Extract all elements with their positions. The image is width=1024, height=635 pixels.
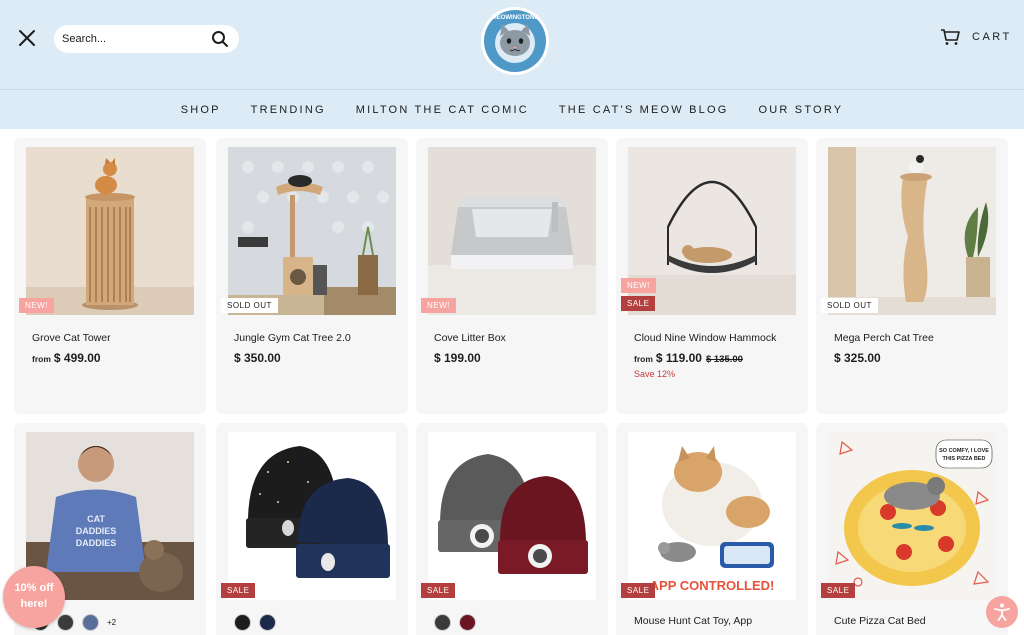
meowingtons-logo[interactable]: MEOWINGTONS (480, 6, 550, 76)
price-from-label: from (32, 354, 51, 364)
product-title[interactable]: Cloud Nine Window Hammock (634, 332, 776, 344)
new-badge: NEW! (621, 278, 656, 293)
product-price: $ 350.00 (234, 351, 281, 365)
product-image-patch-beanies (428, 432, 596, 600)
new-badge: NEW! (421, 298, 456, 313)
accessibility-button[interactable] (986, 596, 1018, 628)
logo-text: MEOWINGTONS (492, 15, 539, 21)
product-title[interactable]: Jungle Gym Cat Tree 2.0 (234, 332, 351, 344)
product-image-mouse-hunt-toy: APP CONTROLLED! (628, 432, 796, 600)
svg-text:DADDIES: DADDIES (76, 538, 117, 548)
sale-badge: SALE (221, 583, 256, 598)
price-value: $ 499.00 (53, 351, 101, 365)
svg-text:CAT: CAT (87, 514, 105, 524)
cart-link[interactable]: CART (940, 28, 1012, 46)
badge-group: NEW! (19, 298, 54, 313)
color-swatches (234, 614, 276, 631)
product-title[interactable]: Cute Pizza Cat Bed (834, 615, 926, 627)
product-title[interactable]: Cove Litter Box (434, 332, 506, 344)
site-header: MEOWINGTONS CART (0, 0, 1024, 89)
nav-item-milton-comic[interactable]: MILTON THE CAT COMIC (341, 104, 544, 116)
sold-out-badge: SOLD OUT (821, 298, 878, 313)
badge-group: NEW! SALE (621, 278, 656, 311)
search-icon[interactable] (211, 30, 229, 48)
product-price: from $ 499.00 (32, 351, 101, 365)
product-price: $ 199.00 (434, 351, 481, 365)
product-image-cove-litter-box (428, 147, 596, 315)
cart-label: CART (972, 31, 1012, 43)
compare-at-price: $ 135.00 (705, 354, 743, 365)
badge-group: SALE (621, 583, 656, 598)
badge-group: SALE (821, 583, 856, 598)
promo-text: 10% off here! (14, 582, 54, 610)
product-card[interactable]: NEW! SALE Cloud Nine Window Hammock from… (616, 138, 808, 414)
search-input[interactable] (62, 33, 202, 45)
price-value: $ 119.00 (655, 351, 702, 365)
color-swatch[interactable] (82, 614, 99, 631)
product-title[interactable]: Grove Cat Tower (32, 332, 111, 344)
accessibility-icon (994, 603, 1010, 621)
price-from-label: from (634, 354, 653, 364)
cart-icon (941, 29, 960, 45)
product-title[interactable]: Mega Perch Cat Tree (834, 332, 934, 344)
color-swatch[interactable] (434, 614, 451, 631)
product-price: from $ 119.00 $ 135.00 (634, 351, 743, 365)
image-caption: APP CONTROLLED! (650, 578, 775, 593)
save-percent: Save 12% (634, 369, 676, 379)
more-colors-count[interactable]: +2 (107, 618, 116, 627)
sale-badge: SALE (621, 296, 656, 311)
badge-group: SOLD OUT (221, 298, 278, 313)
product-card[interactable]: NEW! Cove Litter Box $ 199.00 (416, 138, 608, 414)
main-nav: SHOP TRENDING MILTON THE CAT COMIC THE C… (0, 89, 1024, 129)
color-swatch[interactable] (57, 614, 74, 631)
product-price: $ 325.00 (834, 351, 881, 365)
badge-group: SOLD OUT (821, 298, 878, 313)
product-image-jungle-gym-cat-tree (228, 147, 396, 315)
badge-group: SALE (421, 583, 456, 598)
color-swatch[interactable] (234, 614, 251, 631)
nav-item-our-story[interactable]: OUR STORY (744, 104, 859, 116)
product-image-mega-perch-cat-tree (828, 147, 996, 315)
nav-item-trending[interactable]: TRENDING (236, 104, 341, 116)
product-title[interactable]: Mouse Hunt Cat Toy, App (634, 615, 752, 627)
sale-badge: SALE (621, 583, 656, 598)
svg-text:THIS PIZZA BED: THIS PIZZA BED (943, 456, 986, 462)
close-icon[interactable] (18, 29, 36, 47)
product-card[interactable]: SOLD OUT Mega Perch Cat Tree $ 325.00 (816, 138, 1008, 414)
search-bar (54, 25, 239, 53)
svg-text:SO COMFY, I LOVE: SO COMFY, I LOVE (939, 448, 989, 454)
svg-text:DADDIES: DADDIES (76, 526, 117, 536)
color-swatch[interactable] (259, 614, 276, 631)
sale-badge: SALE (821, 583, 856, 598)
product-card[interactable]: SALE (216, 423, 408, 635)
product-card[interactable]: SO COMFY, I LOVE THIS PIZZA BED SALE Cut… (816, 423, 1008, 635)
nav-item-shop[interactable]: SHOP (166, 104, 236, 116)
product-card[interactable]: NEW! Grove Cat Tower from $ 499.00 (14, 138, 206, 414)
product-card[interactable]: APP CONTROLLED! SALE Mouse Hunt Cat Toy,… (616, 423, 808, 635)
badge-group: NEW! (421, 298, 456, 313)
product-image-grove-cat-tower (26, 147, 194, 315)
product-image-pizza-cat-bed: SO COMFY, I LOVE THIS PIZZA BED (828, 432, 996, 600)
product-card[interactable]: SOLD OUT Jungle Gym Cat Tree 2.0 $ 350.0… (216, 138, 408, 414)
new-badge: NEW! (19, 298, 54, 313)
product-image-black-beanies (228, 432, 396, 600)
badge-group: SALE (221, 583, 256, 598)
product-card[interactable]: SALE (416, 423, 608, 635)
sold-out-badge: SOLD OUT (221, 298, 278, 313)
sale-badge: SALE (421, 583, 456, 598)
color-swatch[interactable] (459, 614, 476, 631)
color-swatches (434, 614, 476, 631)
nav-item-blog[interactable]: THE CAT'S MEOW BLOG (544, 104, 744, 116)
discount-promo-bubble[interactable]: 10% off here! (3, 566, 65, 628)
